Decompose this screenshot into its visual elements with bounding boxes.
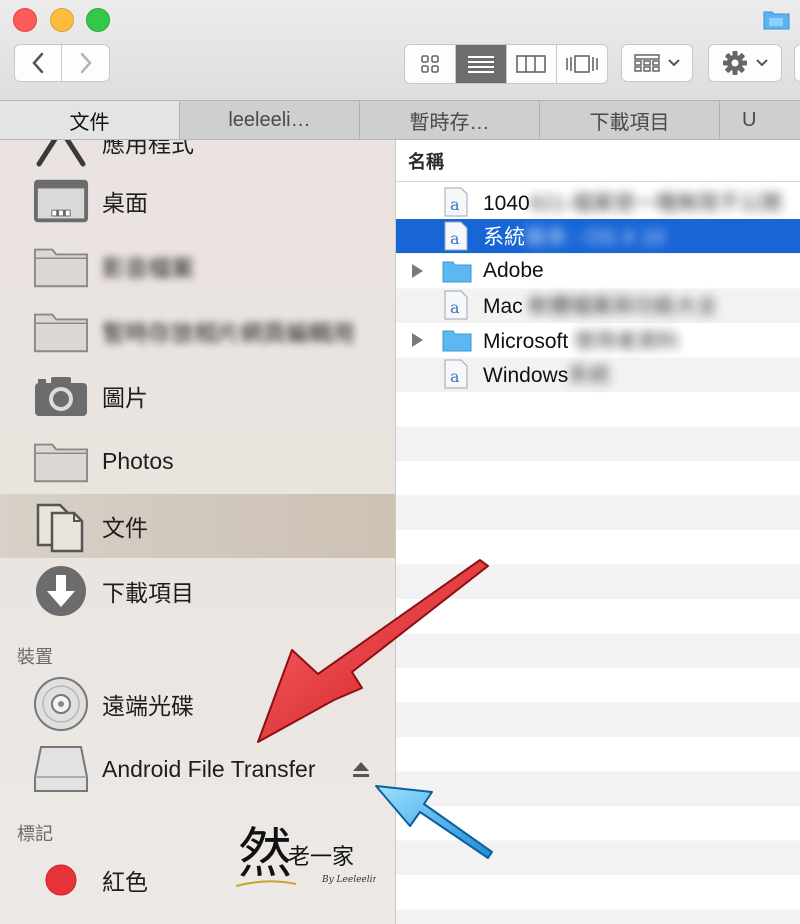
tab-temp-storage[interactable]: 暫時存… [360, 101, 540, 139]
window-toolbar [0, 0, 800, 100]
list-lines-icon [467, 56, 494, 73]
sidebar: 應用程式 桌面 影音檔案 暫時存放相片網頁編輯用 圖片 Photos 文件 下載… [0, 140, 396, 924]
sidebar-item-temp-photos[interactable]: 暫時存放相片網頁編輯用 [0, 299, 395, 363]
folder-icon [33, 240, 89, 292]
forward-button[interactable] [62, 44, 110, 82]
text-document-icon: a [444, 359, 468, 389]
tab-partial[interactable]: U [720, 101, 800, 139]
folder-row[interactable]: Adobe [396, 254, 800, 288]
column-view-button[interactable] [507, 45, 558, 83]
icon-grid-icon [421, 55, 439, 73]
file-name: Mac 軟體檔案與功能大全 [483, 295, 718, 318]
sidebar-item-documents[interactable]: 文件 [0, 494, 395, 558]
disclosure-triangle-icon[interactable] [412, 264, 423, 278]
minimize-window-button[interactable] [50, 8, 74, 32]
columns-icon [516, 55, 547, 73]
sidebar-item-downloads[interactable]: 下載項目 [0, 559, 395, 623]
view-mode-control[interactable] [404, 44, 608, 84]
file-name: Adobe [483, 259, 544, 282]
tab-downloads[interactable]: 下載項目 [540, 101, 720, 139]
disclosure-triangle-icon[interactable] [412, 333, 423, 347]
chevron-right-icon [80, 52, 92, 74]
file-row-selected[interactable]: a 系統版本 - OS X 10 [396, 219, 800, 253]
download-icon [33, 565, 89, 617]
arrange-button[interactable] [621, 44, 693, 82]
text-document-icon: a [444, 221, 468, 251]
zoom-window-button[interactable] [86, 8, 110, 32]
tab-bar: 文件 leeleeli… 暫時存… 下載項目 U [0, 100, 800, 140]
sidebar-item-photos[interactable]: Photos [0, 429, 395, 493]
sidebar-item-media-files[interactable]: 影音檔案 [0, 234, 395, 298]
svg-text:a: a [450, 367, 460, 386]
text-document-icon: a [444, 187, 468, 217]
folder-row[interactable]: Microsoft 使用者資料 [396, 323, 800, 357]
folder-icon [442, 261, 472, 283]
text-document-icon: a [444, 290, 468, 320]
file-name: Microsoft 使用者資料 [483, 330, 680, 353]
file-name: Windows系統 [483, 364, 611, 387]
file-row[interactable]: a Windows系統 [396, 357, 800, 391]
tags-section-header: 標記 [17, 824, 53, 844]
sidebar-item-desktop[interactable]: 桌面 [0, 169, 395, 233]
file-name: 系統版本 - OS X 10 [483, 226, 666, 249]
desktop-icon [33, 175, 89, 227]
folder-icon [33, 435, 89, 487]
svg-text:a: a [450, 195, 460, 214]
back-button[interactable] [14, 44, 62, 82]
sidebar-item-android-file-transfer[interactable]: Android File Transfer [0, 737, 395, 801]
drive-icon [33, 743, 89, 795]
folder-icon [442, 330, 472, 352]
red-tag-dot-icon [33, 854, 89, 906]
devices-section-header: 裝置 [17, 647, 53, 667]
file-name: 1040821-檔案使一種無限不公開 [483, 192, 782, 215]
chevron-left-icon [32, 52, 44, 74]
svg-text:a: a [450, 229, 460, 248]
name-column-header[interactable]: 名稱 [396, 140, 800, 182]
folder-icon [33, 305, 89, 357]
gear-icon [723, 51, 747, 75]
cover-flow-view-button[interactable] [557, 45, 607, 83]
svg-text:老一家: 老一家 [288, 845, 354, 870]
chevron-down-icon [756, 59, 768, 67]
file-list: 名稱 a 1040821-檔案使一種無限不公開 a 系統版本 - OS X 10… [396, 140, 800, 924]
icon-view-button[interactable] [405, 45, 456, 83]
list-view-button[interactable] [455, 45, 507, 83]
share-button[interactable] [794, 44, 800, 82]
svg-text:a: a [450, 298, 460, 317]
chevron-down-icon [668, 59, 680, 67]
action-button[interactable] [708, 44, 782, 82]
eject-icon[interactable] [351, 760, 371, 780]
file-row[interactable]: a Mac 軟體檔案與功能大全 [396, 288, 800, 322]
close-window-button[interactable] [13, 8, 37, 32]
documents-icon [33, 500, 89, 553]
sidebar-item-remote-disc[interactable]: 遠端光碟 [0, 672, 395, 736]
sidebar-item-pictures[interactable]: 圖片 [0, 364, 395, 428]
disc-icon [33, 677, 89, 731]
arrange-grid-icon [634, 54, 660, 72]
svg-text:然: 然 [238, 822, 292, 885]
cover-flow-icon [566, 55, 598, 73]
watermark-logo: 然 老一家 By Leeleelin [236, 822, 376, 887]
title-folder-icon [763, 11, 790, 30]
applications-icon [33, 140, 89, 168]
tab-documents[interactable]: 文件 [0, 101, 180, 139]
tab-leeleeli[interactable]: leeleeli… [180, 101, 360, 139]
camera-icon [33, 370, 89, 422]
svg-text:By Leeleelin: By Leeleelin [321, 875, 376, 885]
file-row[interactable]: a 1040821-檔案使一種無限不公開 [396, 185, 800, 219]
